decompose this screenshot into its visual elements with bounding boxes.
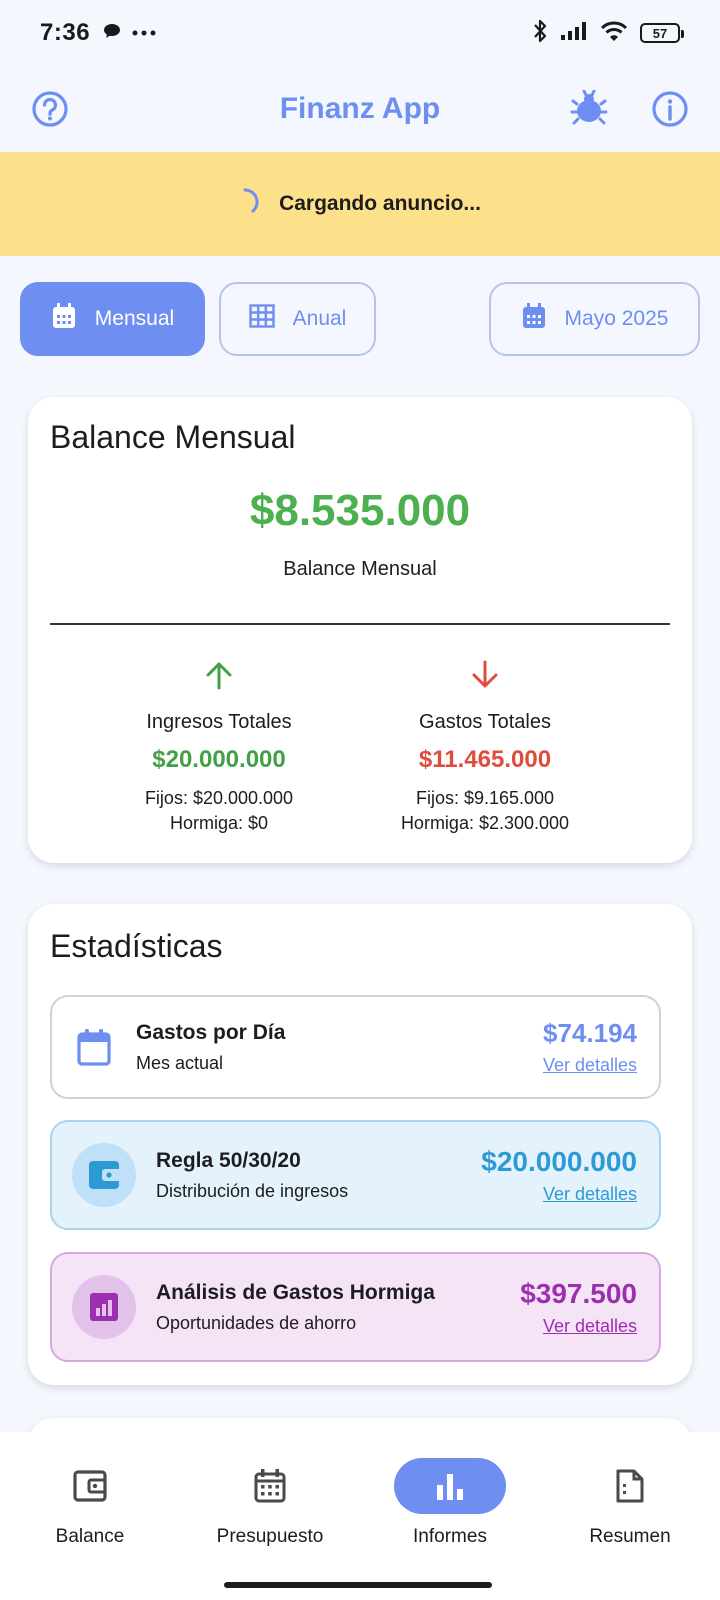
expense-amount: $11.465.000 [418, 746, 552, 773]
monthly-tab[interactable]: Mensual [20, 282, 205, 356]
income-label: Ingresos Totales [146, 711, 292, 733]
wallet-icon [72, 1143, 136, 1207]
expense-label: Gastos Totales [419, 711, 551, 733]
rule-50-30-20-sub: Distribución de ingresos [156, 1180, 349, 1201]
battery-icon: 57 [640, 23, 684, 43]
month-picker-button[interactable]: Mayo 2025 [489, 282, 700, 356]
bar-chart-icon [394, 1458, 506, 1514]
nav-resumen[interactable]: Resumen [540, 1458, 720, 1548]
home-indicator [224, 1582, 492, 1588]
document-icon [574, 1458, 686, 1514]
yearly-tab[interactable]: Anual [219, 282, 376, 356]
wallet-icon [34, 1458, 146, 1514]
status-time: 7:36 [40, 19, 91, 46]
nav-balance-label: Balance [55, 1526, 125, 1547]
calendar-icon [521, 302, 547, 336]
divider [50, 623, 670, 625]
ant-expenses-sub: Oportunidades de ahorro [156, 1312, 357, 1333]
info-icon[interactable] [650, 89, 690, 129]
daily-expenses-name: Gastos por Día [136, 1020, 286, 1044]
rule-50-30-20-item[interactable]: Regla 50/30/20 Distribución de ingresos … [50, 1120, 661, 1230]
calendar-icon [74, 1027, 114, 1067]
arrow-up-icon [74, 655, 364, 695]
ad-banner: Cargando anuncio... [0, 152, 720, 256]
daily-expenses-sub: Mes actual [136, 1052, 224, 1073]
income-summary: Ingresos Totales $20.000.000 Fijos: $20.… [74, 655, 364, 836]
expense-fixed: Fijos: $9.165.000 [415, 788, 555, 808]
app-bar: Finanz App [0, 66, 720, 152]
ant-expenses-value: $397.500 [520, 1277, 637, 1309]
daily-expenses-item[interactable]: Gastos por Día Mes actual $74.194 Ver de… [50, 995, 661, 1099]
nav-resumen-label: Resumen [589, 1526, 671, 1547]
ant-expenses-item[interactable]: Análisis de Gastos Hormiga Oportunidades… [50, 1252, 661, 1362]
nav-informes-label: Informes [413, 1526, 487, 1547]
month-picker-label: Mayo 2025 [564, 307, 669, 330]
nav-balance[interactable]: Balance [0, 1458, 180, 1548]
status-bar: 7:36 57 [0, 0, 720, 66]
monthly-tab-label: Mensual [94, 307, 175, 330]
balance-amount: $8.535.000 [249, 486, 471, 535]
bottom-navigation: Balance Presupuesto Informes Resumen [0, 1432, 720, 1600]
rule-50-30-20-name: Regla 50/30/20 [156, 1148, 301, 1172]
daily-expenses-value: $74.194 [543, 1018, 637, 1048]
yearly-tab-label: Anual [292, 307, 347, 330]
period-selector: Mensual Anual Mayo 2025 [20, 282, 700, 356]
statistics-title: Estadísticas [50, 928, 223, 964]
arrow-down-icon [340, 655, 630, 695]
balance-card: Balance Mensual $8.535.000 Balance Mensu… [28, 397, 692, 863]
nav-presupuesto-label: Presupuesto [216, 1526, 324, 1547]
balance-card-title: Balance Mensual [50, 419, 296, 455]
nav-presupuesto[interactable]: Presupuesto [180, 1458, 360, 1548]
ad-loading-text: Cargando anuncio... [279, 192, 481, 215]
help-icon[interactable] [30, 89, 70, 129]
calendar-icon [214, 1458, 326, 1514]
loading-spinner-icon [239, 187, 265, 222]
expense-ant: Hormiga: $2.300.000 [400, 813, 570, 833]
income-amount: $20.000.000 [152, 746, 286, 773]
ant-expenses-details-link[interactable]: Ver detalles [520, 1316, 637, 1337]
income-fixed: Fijos: $20.000.000 [144, 788, 294, 808]
nav-informes[interactable]: Informes [360, 1458, 540, 1548]
bug-icon[interactable] [570, 89, 610, 129]
daily-expenses-details-link[interactable]: Ver detalles [543, 1055, 637, 1076]
income-ant: Hormiga: $0 [169, 813, 269, 833]
calendar-icon [51, 302, 77, 336]
rule-50-30-20-details-link[interactable]: Ver detalles [481, 1184, 637, 1205]
balance-caption: Balance Mensual [283, 558, 437, 580]
rule-50-30-20-value: $20.000.000 [481, 1145, 637, 1177]
analytics-icon [72, 1275, 136, 1339]
statistics-card: Estadísticas Gastos por Día Mes actual $… [28, 904, 692, 1385]
bluetooth-icon [532, 19, 548, 48]
ant-expenses-name: Análisis de Gastos Hormiga [156, 1280, 435, 1304]
signal-icon [560, 21, 588, 46]
chat-bubble-icon [102, 21, 122, 46]
more-dots-icon [132, 24, 156, 42]
wifi-icon [600, 20, 628, 47]
grid-icon [248, 304, 275, 334]
expense-summary: Gastos Totales $11.465.000 Fijos: $9.165… [340, 655, 630, 836]
